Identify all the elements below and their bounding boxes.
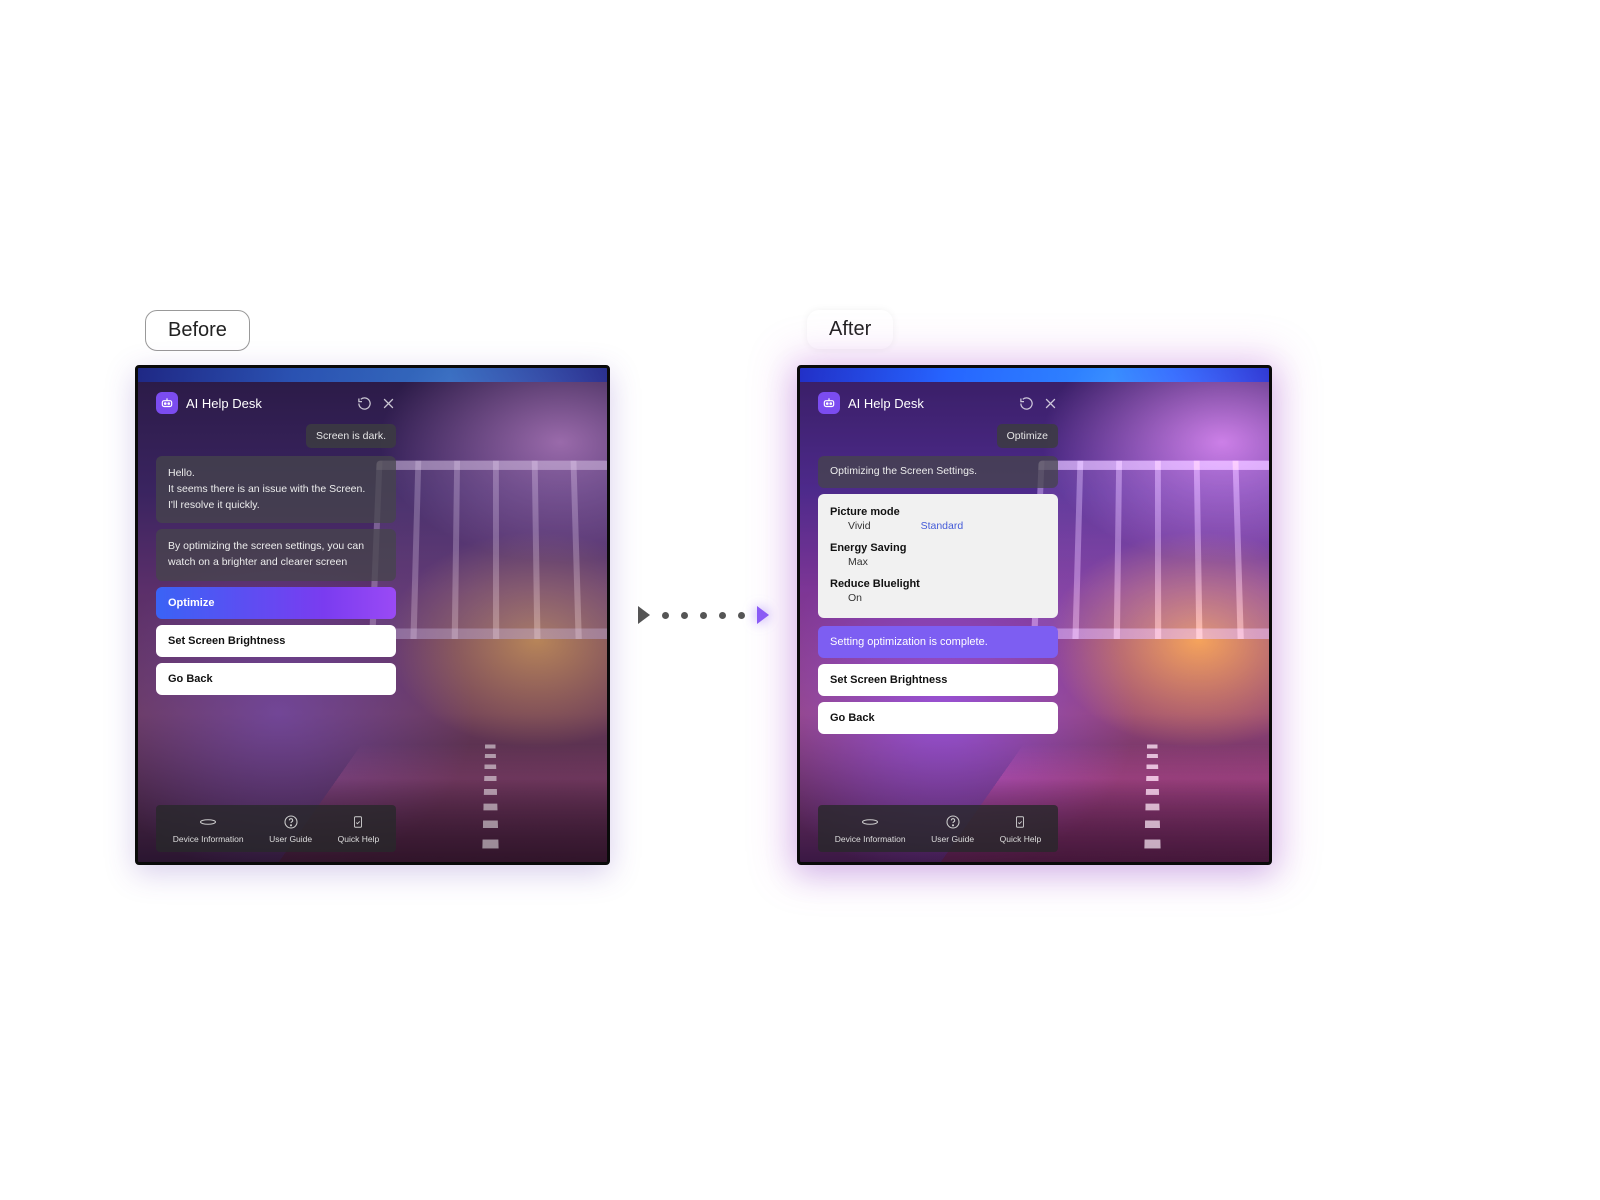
quick-help-icon: [1011, 815, 1029, 829]
tv-before: AI Help Desk Screen is dark. Hello. It s…: [135, 365, 610, 865]
before-group: Before AI Help Desk Screen: [135, 365, 610, 865]
footer-user-guide[interactable]: User Guide: [931, 815, 974, 844]
assistant-message-2: By optimizing the screen settings, you c…: [156, 529, 396, 581]
chevron-right-icon: [757, 606, 769, 624]
panel-header: AI Help Desk: [818, 392, 1058, 414]
footer-label: Device Information: [173, 834, 244, 844]
go-back-button[interactable]: Go Back: [818, 702, 1058, 734]
after-group: After AI Help Desk Optimize: [797, 365, 1272, 865]
setting-value: On: [848, 592, 862, 604]
user-message-row: Screen is dark.: [156, 424, 396, 448]
setting-label: Reduce Bluelight: [830, 578, 1046, 590]
user-message-row: Optimize: [818, 424, 1058, 448]
status-message: Optimizing the Screen Settings.: [818, 456, 1058, 488]
setting-label: Energy Saving: [830, 542, 1046, 554]
tv-after: AI Help Desk Optimize Optimizing the Scr…: [797, 365, 1272, 865]
help-circle-icon: [944, 815, 962, 829]
footer-label: User Guide: [931, 834, 974, 844]
panel-title: AI Help Desk: [848, 396, 1010, 411]
go-back-button[interactable]: Go Back: [156, 663, 396, 695]
close-icon[interactable]: [380, 395, 396, 411]
help-circle-icon: [282, 815, 300, 829]
footer-device-info[interactable]: Device Information: [173, 815, 244, 844]
setting-value-target: Standard: [921, 520, 964, 532]
panel-header: AI Help Desk: [156, 392, 396, 414]
settings-card: Picture mode Vivid Standard Energy Savin…: [818, 494, 1058, 618]
optimize-button[interactable]: Optimize: [156, 587, 396, 619]
ai-help-desk-panel: AI Help Desk Optimize Optimizing the Scr…: [818, 392, 1058, 740]
footer-label: User Guide: [269, 834, 312, 844]
comparison-stage: Before AI Help Desk Screen: [135, 365, 1272, 865]
close-icon[interactable]: [1042, 395, 1058, 411]
setting-value-current: Vivid: [848, 520, 871, 532]
set-brightness-button[interactable]: Set Screen Brightness: [156, 625, 396, 657]
refresh-icon[interactable]: [356, 395, 372, 411]
transition-arrow: [628, 606, 779, 624]
footer-label: Device Information: [835, 834, 906, 844]
setting-value: Max: [848, 556, 868, 568]
after-label: After: [807, 310, 893, 349]
footer-quick-help[interactable]: Quick Help: [338, 815, 380, 844]
refresh-icon[interactable]: [1018, 395, 1034, 411]
ai-help-desk-panel: AI Help Desk Screen is dark. Hello. It s…: [156, 392, 396, 701]
user-chip: Screen is dark.: [306, 424, 396, 448]
bot-icon: [818, 392, 840, 414]
footer-user-guide[interactable]: User Guide: [269, 815, 312, 844]
panel-footer: Device Information User Guide Quick Help: [818, 805, 1058, 852]
complete-banner: Setting optimization is complete.: [818, 626, 1058, 658]
setting-label: Picture mode: [830, 506, 1046, 518]
chevron-right-icon: [638, 606, 650, 624]
assistant-message-1: Hello. It seems there is an issue with t…: [156, 456, 396, 523]
quick-help-icon: [349, 815, 367, 829]
panel-footer: Device Information User Guide Quick Help: [156, 805, 396, 852]
device-info-icon: [861, 815, 879, 829]
footer-label: Quick Help: [338, 834, 380, 844]
device-info-icon: [199, 815, 217, 829]
user-chip: Optimize: [997, 424, 1058, 448]
panel-title: AI Help Desk: [186, 396, 348, 411]
footer-device-info[interactable]: Device Information: [835, 815, 906, 844]
footer-quick-help[interactable]: Quick Help: [1000, 815, 1042, 844]
before-label: Before: [145, 310, 250, 351]
set-brightness-button[interactable]: Set Screen Brightness: [818, 664, 1058, 696]
bot-icon: [156, 392, 178, 414]
footer-label: Quick Help: [1000, 834, 1042, 844]
